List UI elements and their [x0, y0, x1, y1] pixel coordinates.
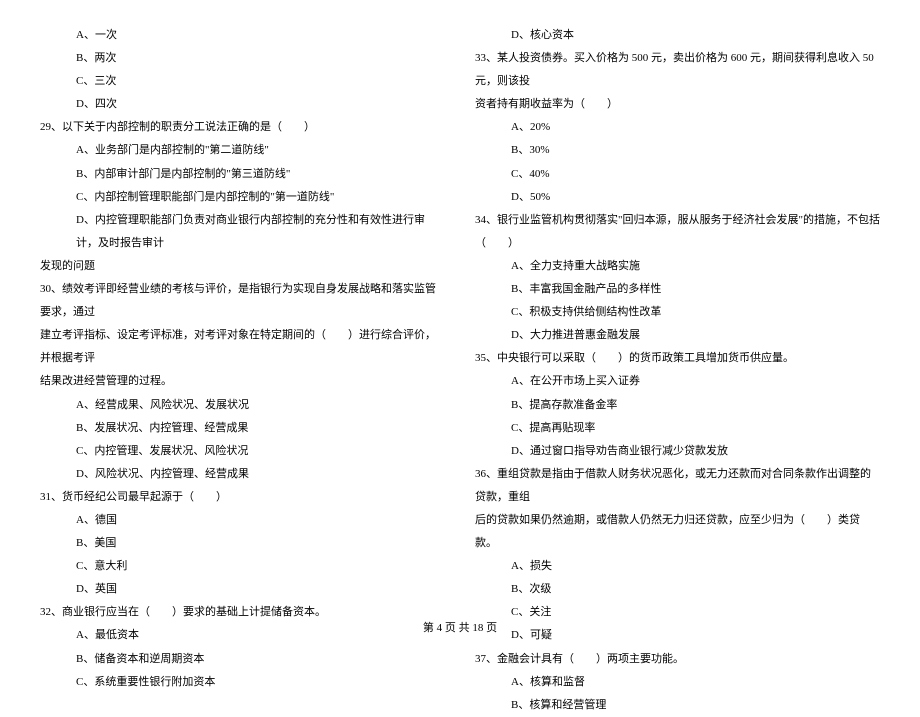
q34-option-c: C、积极支持供给侧结构性改革 [475, 301, 880, 324]
q36-option-b: B、次级 [475, 578, 880, 601]
q29-option-d: D、内控管理职能部门负责对商业银行内部控制的充分性和有效性进行审计，及时报告审计 [40, 209, 445, 255]
page-footer: 第 4 页 共 18 页 [0, 619, 920, 635]
right-column: D、核心资本 33、某人投资债券。买入价格为 500 元，卖出价格为 600 元… [475, 24, 880, 717]
q32-option-d: D、核心资本 [475, 24, 880, 47]
q28-option-c: C、三次 [40, 70, 445, 93]
q31-option-c: C、意大利 [40, 555, 445, 578]
q31-option-a: A、德国 [40, 509, 445, 532]
q29-stem: 29、以下关于内部控制的职责分工说法正确的是（ ） [40, 116, 445, 139]
q30-option-c: C、内控管理、发展状况、风险状况 [40, 440, 445, 463]
q28-option-b: B、两次 [40, 47, 445, 70]
q30-stem-3: 结果改进经营管理的过程。 [40, 370, 445, 393]
q35-option-b: B、提高存款准备金率 [475, 394, 880, 417]
q37-option-b: B、核算和经营管理 [475, 694, 880, 717]
q34-option-a: A、全力支持重大战略实施 [475, 255, 880, 278]
q36-stem-2: 后的贷款如果仍然逾期，或借款人仍然无力归还贷款，应至少归为（ ）类贷款。 [475, 509, 880, 555]
q29-continuation: 发现的问题 [40, 255, 445, 278]
q33-stem-2: 资者持有期收益率为（ ） [475, 93, 880, 116]
q30-stem-1: 30、绩效考评即经营业绩的考核与评价，是指银行为实现自身发展战略和落实监管要求，… [40, 278, 445, 324]
q37-option-a: A、核算和监督 [475, 671, 880, 694]
q37-stem: 37、金融会计具有（ ）两项主要功能。 [475, 648, 880, 671]
q33-option-b: B、30% [475, 139, 880, 162]
q35-stem: 35、中央银行可以采取（ ）的货币政策工具增加货币供应量。 [475, 347, 880, 370]
q34-option-d: D、大力推进普惠金融发展 [475, 324, 880, 347]
q35-option-d: D、通过窗口指导劝告商业银行减少贷款发放 [475, 440, 880, 463]
q35-option-a: A、在公开市场上买入证券 [475, 370, 880, 393]
q30-stem-2: 建立考评指标、设定考评标准，对考评对象在特定期间的（ ）进行综合评价，并根据考评 [40, 324, 445, 370]
q28-option-d: D、四次 [40, 93, 445, 116]
q29-option-c: C、内部控制管理职能部门是内部控制的"第一道防线" [40, 186, 445, 209]
left-column: A、一次 B、两次 C、三次 D、四次 29、以下关于内部控制的职责分工说法正确… [40, 24, 445, 717]
q31-option-b: B、美国 [40, 532, 445, 555]
q34-option-b: B、丰富我国金融产品的多样性 [475, 278, 880, 301]
q32-option-c: C、系统重要性银行附加资本 [40, 671, 445, 694]
q33-option-a: A、20% [475, 116, 880, 139]
q29-option-a: A、业务部门是内部控制的"第二道防线" [40, 139, 445, 162]
q32-option-b: B、储备资本和逆周期资本 [40, 648, 445, 671]
q34-stem: 34、银行业监管机构贯彻落实"回归本源，服从服务于经济社会发展"的措施，不包括（… [475, 209, 880, 255]
q31-option-d: D、英国 [40, 578, 445, 601]
q28-option-a: A、一次 [40, 24, 445, 47]
q30-option-a: A、经营成果、风险状况、发展状况 [40, 394, 445, 417]
q33-option-d: D、50% [475, 186, 880, 209]
q29-option-b: B、内部审计部门是内部控制的"第三道防线" [40, 163, 445, 186]
q36-stem-1: 36、重组贷款是指由于借款人财务状况恶化，或无力还款而对合同条款作出调整的贷款，… [475, 463, 880, 509]
q30-option-b: B、发展状况、内控管理、经营成果 [40, 417, 445, 440]
q31-stem: 31、货币经纪公司最早起源于（ ） [40, 486, 445, 509]
q30-option-d: D、风险状况、内控管理、经营成果 [40, 463, 445, 486]
q33-stem-1: 33、某人投资债券。买入价格为 500 元，卖出价格为 600 元，期间获得利息… [475, 47, 880, 93]
page-container: A、一次 B、两次 C、三次 D、四次 29、以下关于内部控制的职责分工说法正确… [0, 0, 920, 717]
q36-option-a: A、损失 [475, 555, 880, 578]
q33-option-c: C、40% [475, 163, 880, 186]
q35-option-c: C、提高再贴现率 [475, 417, 880, 440]
